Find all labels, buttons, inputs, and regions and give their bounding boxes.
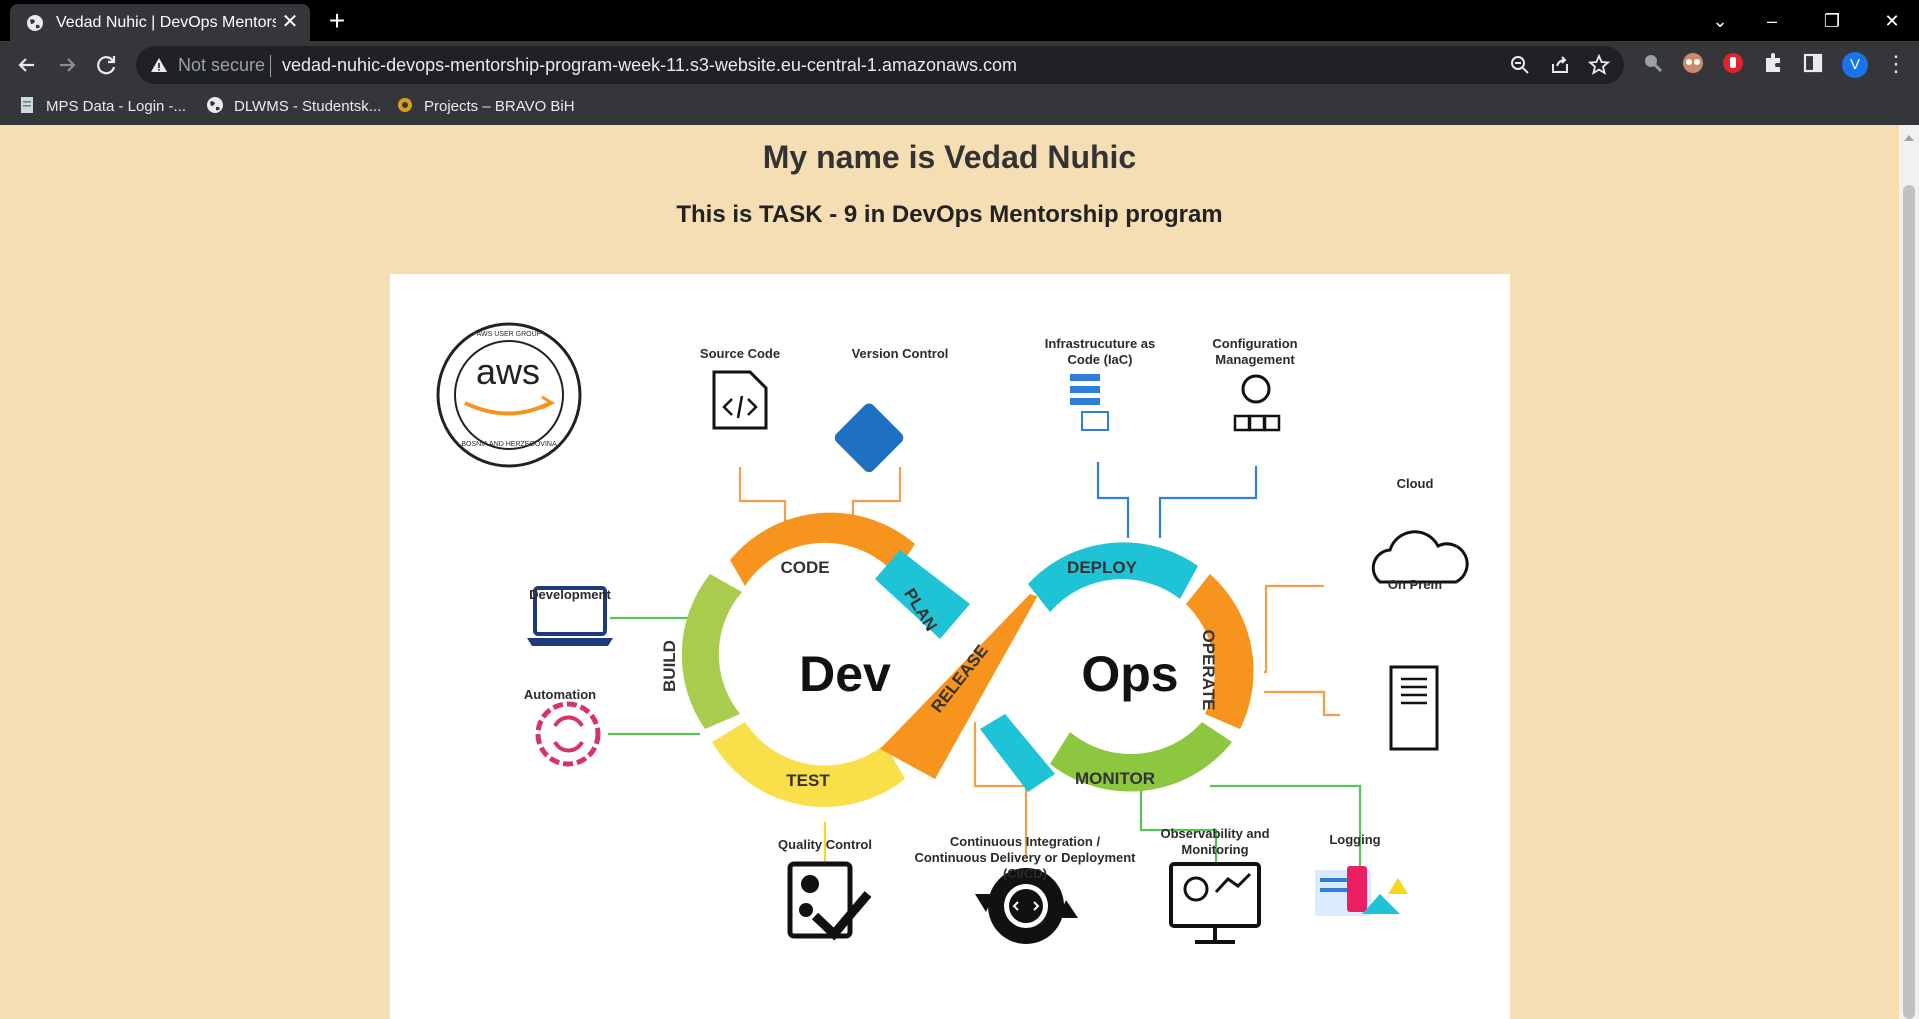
label-development: Development [529,587,611,602]
bookmark-label: DLWMS - Studentsk... [234,98,382,115]
address-bar[interactable]: Not secure vedad-nuhic-devops-mentorship… [136,46,1624,84]
security-label[interactable]: Not secure [178,55,265,75]
label-iac-line1: Infrastrucuture as [1044,336,1156,351]
scrollbar-thumb[interactable] [1903,185,1915,1019]
aws-logo-text: aws [475,351,541,392]
document-icon [21,97,33,113]
share-icon[interactable] [1549,54,1571,76]
devops-infinity-graphic [436,322,1469,944]
dev-label: Dev [799,646,891,702]
bookmark-mps-data[interactable]: MPS Data - Login -... [18,96,186,118]
label-observability-line1: Observability and [1160,826,1270,841]
server-icon [1389,665,1439,751]
phase-test: TEST [786,771,830,790]
bookmark-dlwms[interactable]: DLWMS - Studentsk... [206,96,381,118]
label-cloud: Cloud [1396,476,1434,491]
label-config-line1: Configuration [1212,336,1298,351]
phase-monitor: MONITOR [1075,769,1155,788]
git-icon [834,403,904,473]
browser-toolbar: Not secure vedad-nuhic-devops-mentorship… [0,41,1919,88]
label-source-code: Source Code [699,346,781,361]
phase-code: CODE [780,558,830,577]
quality-control-icon [787,861,872,941]
extension-face-icon[interactable] [1680,50,1706,76]
minimize-icon[interactable]: – [1752,8,1792,34]
aws-logo-ring-bottom: BOSNIA AND HERZEGOVINA [461,441,557,448]
site-icon [398,98,412,112]
tab-search-icon[interactable]: ⌄ [1700,8,1740,34]
aws-logo-ring-top: AWS USER GROUP [476,331,542,338]
label-version-control: Version Control [851,346,949,361]
url-text[interactable]: vedad-nuhic-devops-mentorship-program-we… [282,55,1017,75]
side-panel-icon[interactable] [1800,50,1826,76]
bookmark-star-icon[interactable] [1588,54,1610,76]
back-arrow-icon[interactable] [12,50,42,80]
phase-deploy: DEPLOY [1067,558,1137,577]
label-automation: Automation [523,687,597,702]
label-quality-control: Quality Control [778,837,872,852]
devops-diagram: aws AWS USER GROUP BOSNIA AND HERZEGOVIN… [390,274,1510,1019]
label-config-line2: Management [1215,352,1295,367]
bookmark-projects-bravo[interactable]: Projects – BRAVO BiH [396,96,575,118]
search-extension-icon[interactable] [1640,50,1666,76]
cloud-icon [1371,530,1469,584]
profile-avatar[interactable]: V [1842,52,1868,78]
logging-icon [1315,866,1408,916]
iac-icon [1070,374,1109,431]
label-cicd-line3: (CI/CD) [1002,866,1048,881]
reload-icon[interactable] [92,50,122,80]
ops-label: Ops [1081,646,1179,702]
label-on-prem: On Prem [1387,577,1443,592]
page-title: My name is Vedad Nuhic [762,139,1137,175]
zoom-icon[interactable] [1509,54,1531,76]
page-scrollbar[interactable] [1899,125,1919,1019]
globe-icon [27,15,43,31]
menu-kebab-icon[interactable]: ⋮ [1885,51,1907,79]
globe-icon [207,97,223,113]
label-logging: Logging [1329,832,1381,847]
label-iac-line2: Code (IaC) [1067,352,1133,367]
source-code-icon [712,370,768,430]
monitoring-screen-icon [1169,862,1261,944]
scroll-up-arrow-icon[interactable] [1904,135,1914,141]
forward-arrow-icon[interactable] [52,50,82,80]
bookmark-label: MPS Data - Login -... [46,98,187,115]
phase-operate: OPERATE [1199,629,1218,711]
tab-title: Vedad Nuhic | DevOps Mentorship [56,14,276,31]
extensions-puzzle-icon[interactable] [1760,50,1786,76]
tab-bar: Vedad Nuhic | DevOps Mentorship ✕ + ⌄ – … [0,0,1919,41]
automation-gear-icon [535,701,601,767]
tab-close-icon[interactable]: ✕ [280,12,300,32]
page-content: My name is Vedad Nuhic This is TASK - 9 … [0,125,1899,1019]
phase-build: BUILD [660,640,679,692]
extension-hand-icon[interactable] [1720,50,1746,76]
configuration-management-icon [1233,374,1281,432]
label-cicd-line2: Continuous Delivery or Deployment [914,850,1136,865]
new-tab-button[interactable]: + [323,7,351,36]
omnibox-divider [270,55,271,77]
page-subtitle: This is TASK - 9 in DevOps Mentorship pr… [676,201,1223,228]
bookmarks-bar: MPS Data - Login -... DLWMS - Studentsk.… [0,88,1919,125]
window-close-icon[interactable]: ✕ [1872,8,1912,34]
warning-icon[interactable] [150,56,168,74]
restore-icon[interactable]: ❐ [1812,8,1852,34]
browser-tab[interactable]: Vedad Nuhic | DevOps Mentorship ✕ [10,4,310,41]
label-observability-line2: Monitoring [1181,842,1249,857]
label-cicd-line1: Continuous Integration / [949,834,1101,849]
bookmark-label: Projects – BRAVO BiH [424,98,575,115]
